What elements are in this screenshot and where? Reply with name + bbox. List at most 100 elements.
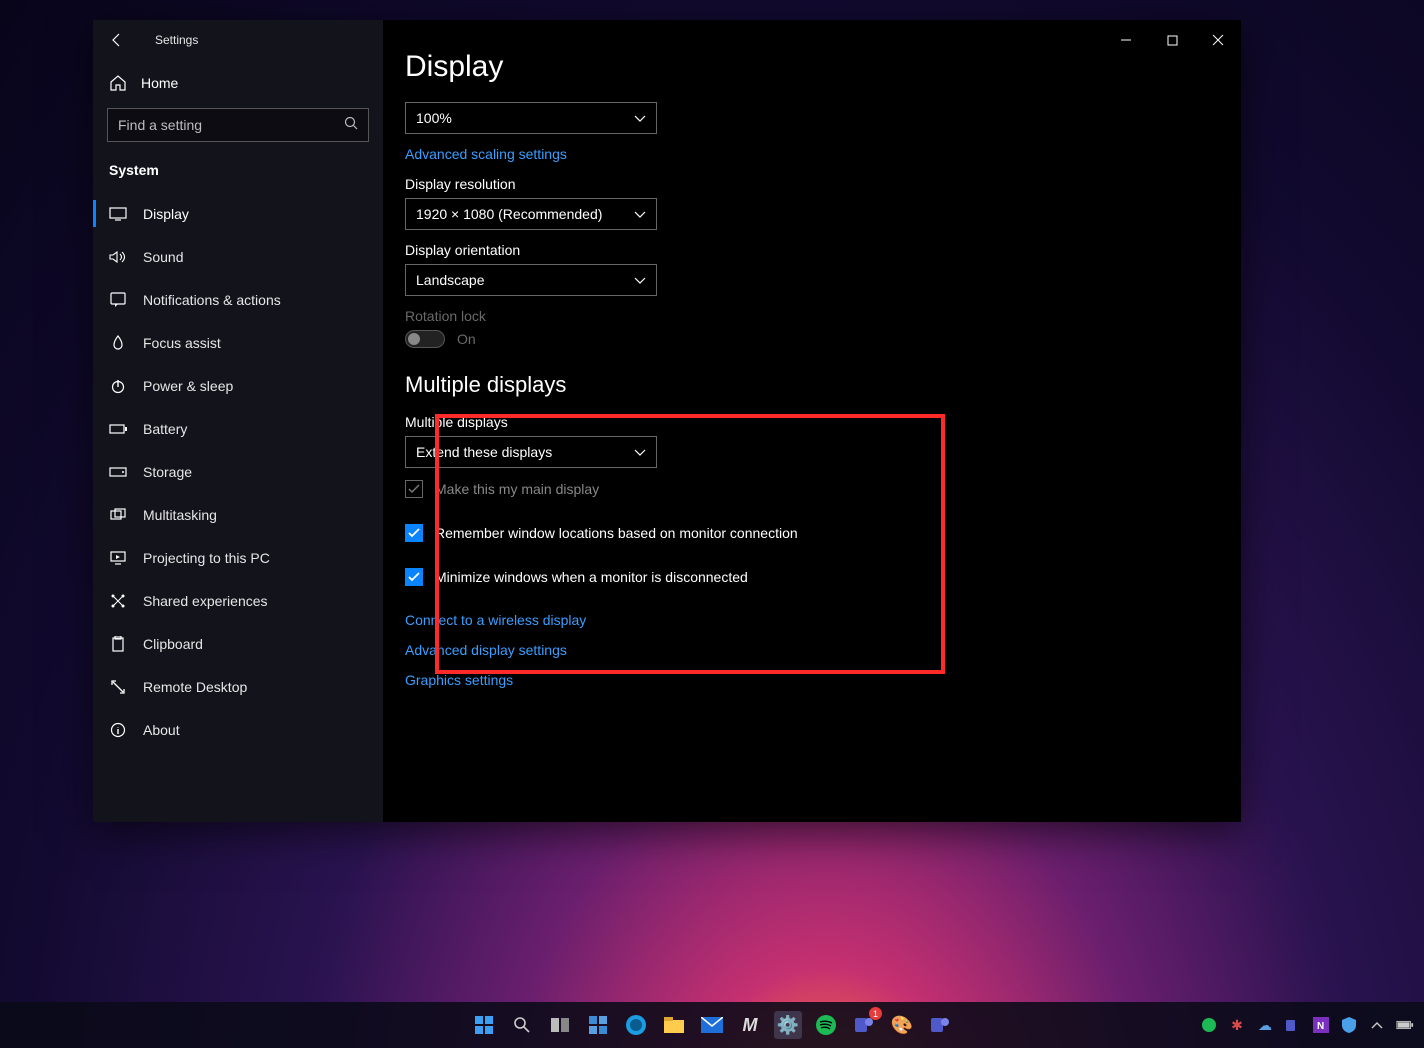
nav-notifications[interactable]: Notifications & actions [93,278,383,321]
nav-label: Remote Desktop [143,679,247,695]
settings-window: Settings Home System Display [93,20,1241,822]
resolution-dropdown[interactable]: 1920 × 1080 (Recommended) [405,198,657,230]
nav-label: Clipboard [143,636,203,652]
nav-multitasking[interactable]: Multitasking [93,493,383,536]
nav-label: Shared experiences [143,593,268,609]
tray-security-icon[interactable] [1340,1016,1358,1034]
nav-label: About [143,722,180,738]
nav-sound[interactable]: Sound [93,235,383,278]
graphics-settings-link[interactable]: Graphics settings [405,672,1193,688]
scale-dropdown[interactable]: 100% [405,102,657,134]
nav-display[interactable]: Display [93,192,383,235]
remember-locations-checkbox[interactable] [405,524,423,542]
nav-label: Display [143,206,189,222]
wireless-display-link[interactable]: Connect to a wireless display [405,612,1193,628]
widgets-icon[interactable] [584,1011,612,1039]
category-label: System [93,152,383,192]
content-area: Display 100% Advanced scaling settings D… [383,20,1241,822]
tray-teams-icon[interactable] [1284,1016,1302,1034]
search-box[interactable] [107,108,369,142]
multitasking-icon [109,506,127,524]
nav-label: Battery [143,421,187,437]
paint-icon[interactable]: 🎨 [888,1011,916,1039]
spotify-icon[interactable] [812,1011,840,1039]
close-button[interactable] [1195,20,1241,60]
minimize-disconnected-checkbox[interactable] [405,568,423,586]
nav-remote[interactable]: Remote Desktop [93,665,383,708]
home-label: Home [141,75,178,91]
edge-icon[interactable] [622,1011,650,1039]
rotation-lock-label: Rotation lock [405,308,1193,324]
tray-chevron-up-icon[interactable] [1368,1016,1386,1034]
sound-icon [109,248,127,266]
chevron-down-icon [634,272,646,288]
nav-shared[interactable]: Shared experiences [93,579,383,622]
scale-value: 100% [416,110,452,126]
settings-taskbar-icon[interactable]: ⚙️ [774,1011,802,1039]
home-nav[interactable]: Home [93,60,383,106]
search-taskbar-icon[interactable] [508,1011,536,1039]
orientation-dropdown[interactable]: Landscape [405,264,657,296]
sidebar: Settings Home System Display [93,20,383,822]
clipboard-icon [109,635,127,653]
teams-icon-2[interactable] [926,1011,954,1039]
maximize-button[interactable] [1149,20,1195,60]
tray-battery-icon[interactable] [1396,1016,1414,1034]
task-view-icon[interactable] [546,1011,574,1039]
nav-label: Power & sleep [143,378,233,394]
window-title: Settings [155,33,198,47]
multiple-displays-heading: Multiple displays [405,372,1193,398]
nav-label: Storage [143,464,192,480]
tray-onenote-icon[interactable]: N [1312,1016,1330,1034]
back-button[interactable] [107,30,127,50]
remote-icon [109,678,127,696]
mail-icon[interactable] [698,1011,726,1039]
explorer-icon[interactable] [660,1011,688,1039]
nav-power[interactable]: Power & sleep [93,364,383,407]
orientation-label: Display orientation [405,242,1193,258]
page-heading: Display [405,50,1193,84]
focus-icon [109,334,127,352]
about-icon [109,721,127,739]
nav-clipboard[interactable]: Clipboard [93,622,383,665]
taskbar-center: M ⚙️ 🎨 [470,1011,954,1039]
multiple-displays-label: Multiple displays [405,414,1193,430]
minimize-button[interactable] [1103,20,1149,60]
window-controls [1103,20,1241,60]
remember-locations-row[interactable]: Remember window locations based on monit… [405,524,1193,542]
power-icon [109,377,127,395]
teams-icon-1[interactable] [850,1011,878,1039]
main-display-label: Make this my main display [435,481,599,497]
display-icon [109,205,127,223]
nav-about[interactable]: About [93,708,383,751]
tray-app-icon-1[interactable]: ✱ [1228,1016,1246,1034]
minimize-disconnected-row[interactable]: Minimize windows when a monitor is disco… [405,568,1193,586]
rotation-lock-toggle[interactable] [405,330,445,348]
nav-storage[interactable]: Storage [93,450,383,493]
nav-label: Notifications & actions [143,292,281,308]
remember-locations-label: Remember window locations based on monit… [435,525,798,541]
search-input[interactable] [118,117,344,133]
nav-focus[interactable]: Focus assist [93,321,383,364]
minimize-disconnected-label: Minimize windows when a monitor is disco… [435,569,748,585]
resolution-value: 1920 × 1080 (Recommended) [416,206,602,222]
home-icon [109,74,127,92]
search-container [93,106,383,152]
battery-icon [109,420,127,438]
nav-list: Display Sound Notifications & actions Fo… [93,192,383,751]
taskbar: M ⚙️ 🎨 ✱ ☁ N [0,1002,1424,1048]
nav-projecting[interactable]: Projecting to this PC [93,536,383,579]
notifications-icon [109,291,127,309]
orientation-value: Landscape [416,272,485,288]
tray-onedrive-icon[interactable]: ☁ [1256,1016,1274,1034]
advanced-scaling-link[interactable]: Advanced scaling settings [405,146,1193,162]
multiple-displays-dropdown[interactable]: Extend these displays [405,436,657,468]
app-icon-1[interactable]: M [736,1011,764,1039]
chevron-down-icon [634,206,646,222]
nav-battery[interactable]: Battery [93,407,383,450]
advanced-display-link[interactable]: Advanced display settings [405,642,1193,658]
tray-spotify-icon[interactable] [1200,1016,1218,1034]
search-icon [344,116,358,135]
start-button[interactable] [470,1011,498,1039]
storage-icon [109,463,127,481]
